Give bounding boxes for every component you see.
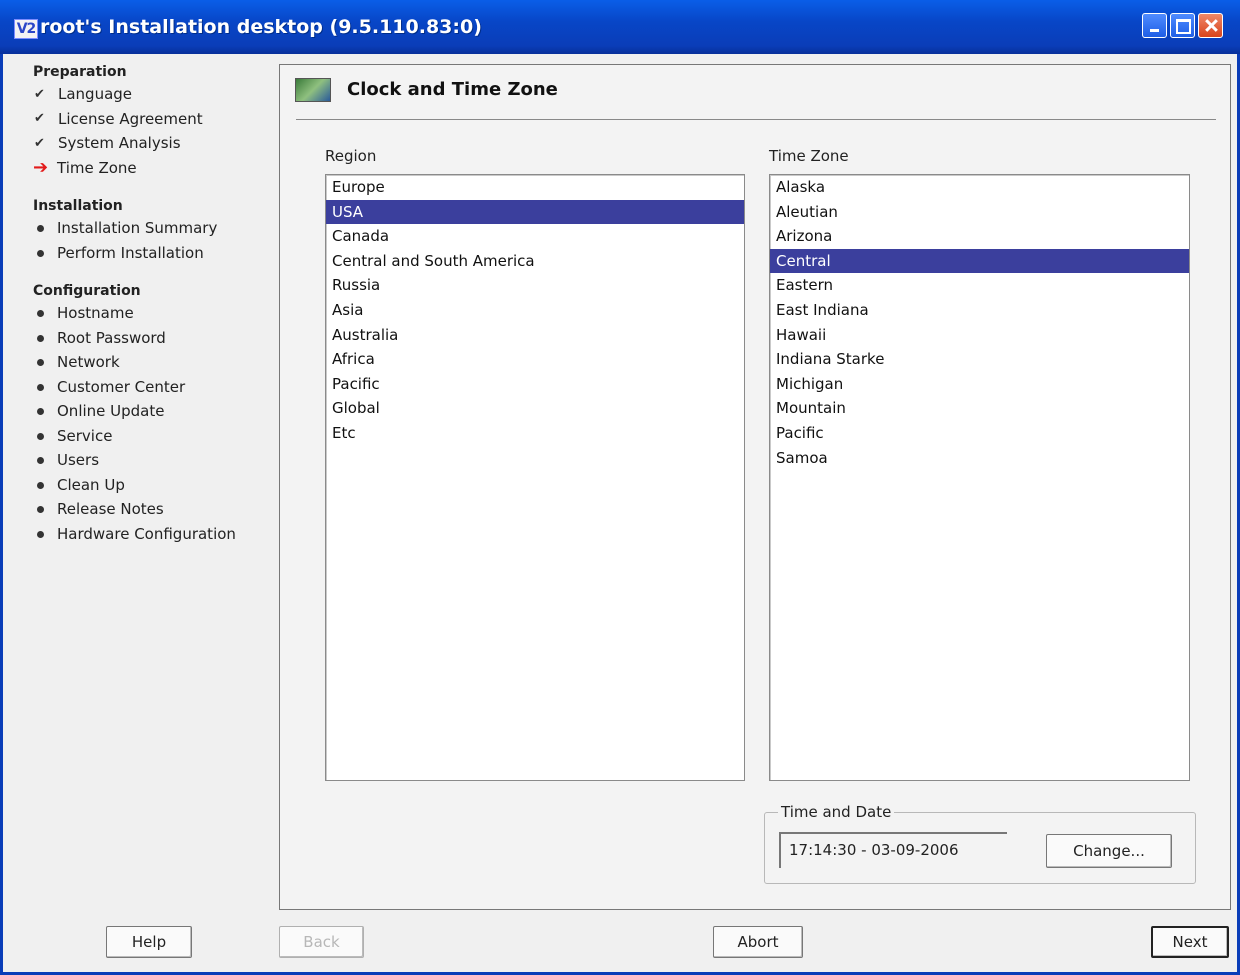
bullet-icon (33, 378, 57, 396)
close-button[interactable] (1198, 13, 1223, 38)
checkmark-icon: ✔ (34, 135, 45, 151)
region-label: Region (325, 147, 377, 165)
next-button[interactable]: Next (1151, 926, 1229, 958)
time-date-legend: Time and Date (778, 803, 895, 821)
sidebar-step: Hostname (33, 301, 273, 326)
sidebar-step: Installation Summary (33, 216, 273, 241)
current-step-arrow-icon: ➔ (33, 157, 49, 179)
sidebar-step: ✔ Language (33, 82, 273, 107)
change-button[interactable]: Change... (1046, 834, 1172, 868)
bullet-icon (33, 476, 57, 494)
sidebar-step-label: Hardware Configuration (57, 524, 236, 543)
sidebar-step-label: Service (57, 426, 113, 445)
sidebar-step-label: Root Password (57, 328, 166, 347)
title-bar[interactable]: V2 root's Installation desktop (9.5.110.… (0, 0, 1240, 54)
minimize-button[interactable] (1142, 13, 1167, 38)
list-item[interactable]: Pacific (770, 421, 1189, 446)
sidebar-step-label: Clean Up (57, 475, 125, 494)
sidebar-step-label: Installation Summary (57, 219, 218, 238)
sidebar-step-label: Language (58, 85, 133, 104)
sidebar-step: ➔ Time Zone (33, 156, 273, 181)
list-item[interactable]: Etc (326, 421, 744, 446)
sidebar-step-label: Perform Installation (57, 243, 204, 262)
sidebar-step-label: Network (57, 353, 120, 372)
list-item[interactable]: Asia (326, 298, 744, 323)
bullet-icon (33, 500, 57, 518)
vnc-app-icon: V2 (14, 19, 38, 39)
list-item[interactable]: Canada (326, 224, 744, 249)
sidebar-step: Service (33, 424, 273, 449)
sidebar-section-title: Configuration (33, 283, 141, 299)
bullet-icon (33, 353, 57, 371)
list-item[interactable]: Arizona (770, 224, 1189, 249)
list-item[interactable]: Mountain (770, 396, 1189, 421)
sidebar-step: Users (33, 448, 273, 473)
list-item[interactable]: Pacific (326, 372, 744, 397)
sidebar-step: Network (33, 350, 273, 375)
sidebar-step: Root Password (33, 326, 273, 351)
maximize-button[interactable] (1170, 13, 1195, 38)
main-panel: Clock and Time Zone Region Europe USA Cana… (279, 64, 1231, 910)
bullet-icon (33, 304, 57, 322)
sidebar-step-label: Customer Center (57, 377, 186, 396)
list-item[interactable]: Global (326, 396, 744, 421)
list-item[interactable]: Samoa (770, 446, 1189, 471)
sidebar-step: Perform Installation (33, 241, 273, 266)
time-date-value: 17:14:30 - 03-09-2006 (779, 832, 1007, 868)
sidebar-step: Clean Up (33, 473, 273, 498)
back-button[interactable]: Back (279, 926, 364, 958)
header-divider (296, 119, 1216, 120)
timezone-listbox[interactable]: Alaska Aleutian Arizona Central Eastern East … (769, 174, 1190, 781)
list-item[interactable]: Alaska (770, 175, 1189, 200)
bullet-icon (33, 402, 57, 420)
sidebar-step-label: Online Update (57, 402, 165, 421)
sidebar-step: Hardware Configuration (33, 522, 273, 547)
sidebar-step-label: Release Notes (57, 500, 164, 519)
list-item[interactable]: Europe (326, 175, 744, 200)
bullet-icon (33, 244, 57, 262)
clock-timezone-icon (295, 78, 331, 102)
list-item[interactable]: Aleutian (770, 200, 1189, 225)
page-title: Clock and Time Zone (347, 79, 558, 100)
region-listbox[interactable]: Europe USA Canada Central and South America… (325, 174, 745, 781)
sidebar-step-label: Time Zone (57, 158, 137, 177)
list-item[interactable]: Central and South America (326, 249, 744, 274)
sidebar-step: ✔ System Analysis (33, 131, 273, 156)
list-item[interactable]: Australia (326, 323, 744, 348)
sidebar-step: ✔ License Agreement (33, 107, 273, 132)
list-item[interactable]: Africa (326, 347, 744, 372)
bullet-icon (33, 329, 57, 347)
sidebar-step: Customer Center (33, 375, 273, 400)
sidebar-step: Release Notes (33, 497, 273, 522)
window-title: root's Installation desktop (9.5.110.83:… (40, 16, 482, 38)
bullet-icon (33, 427, 57, 445)
panel-header: Clock and Time Zone (295, 75, 558, 105)
sidebar-step-label: Hostname (57, 304, 134, 323)
timezone-label: Time Zone (769, 147, 849, 165)
step-sidebar: Preparation ✔ Language ✔ License Agreement ✔ S… (33, 62, 273, 546)
list-item[interactable]: Central (770, 248, 1189, 274)
bullet-icon (33, 451, 57, 469)
help-button[interactable]: Help (106, 926, 192, 958)
list-item[interactable]: USA (326, 199, 744, 225)
sidebar-step-label: Users (57, 451, 100, 470)
sidebar-section-title: Installation (33, 198, 123, 214)
list-item[interactable]: Russia (326, 273, 744, 298)
checkmark-icon: ✔ (34, 111, 45, 127)
bullet-icon (33, 219, 57, 237)
checkmark-icon: ✔ (34, 86, 45, 102)
sidebar-step: Online Update (33, 399, 273, 424)
list-item[interactable]: Michigan (770, 372, 1189, 397)
sidebar-section-title: Preparation (33, 64, 127, 80)
list-item[interactable]: Eastern (770, 273, 1189, 298)
bullet-icon (33, 525, 57, 543)
list-item[interactable]: Hawaii (770, 323, 1189, 348)
list-item[interactable]: East Indiana (770, 298, 1189, 323)
sidebar-step-label: License Agreement (58, 109, 203, 128)
installer-window: Preparation ✔ Language ✔ License Agreement ✔ S… (0, 54, 1240, 975)
abort-button[interactable]: Abort (713, 926, 803, 958)
list-item[interactable]: Indiana Starke (770, 347, 1189, 372)
sidebar-step-label: System Analysis (58, 134, 181, 153)
